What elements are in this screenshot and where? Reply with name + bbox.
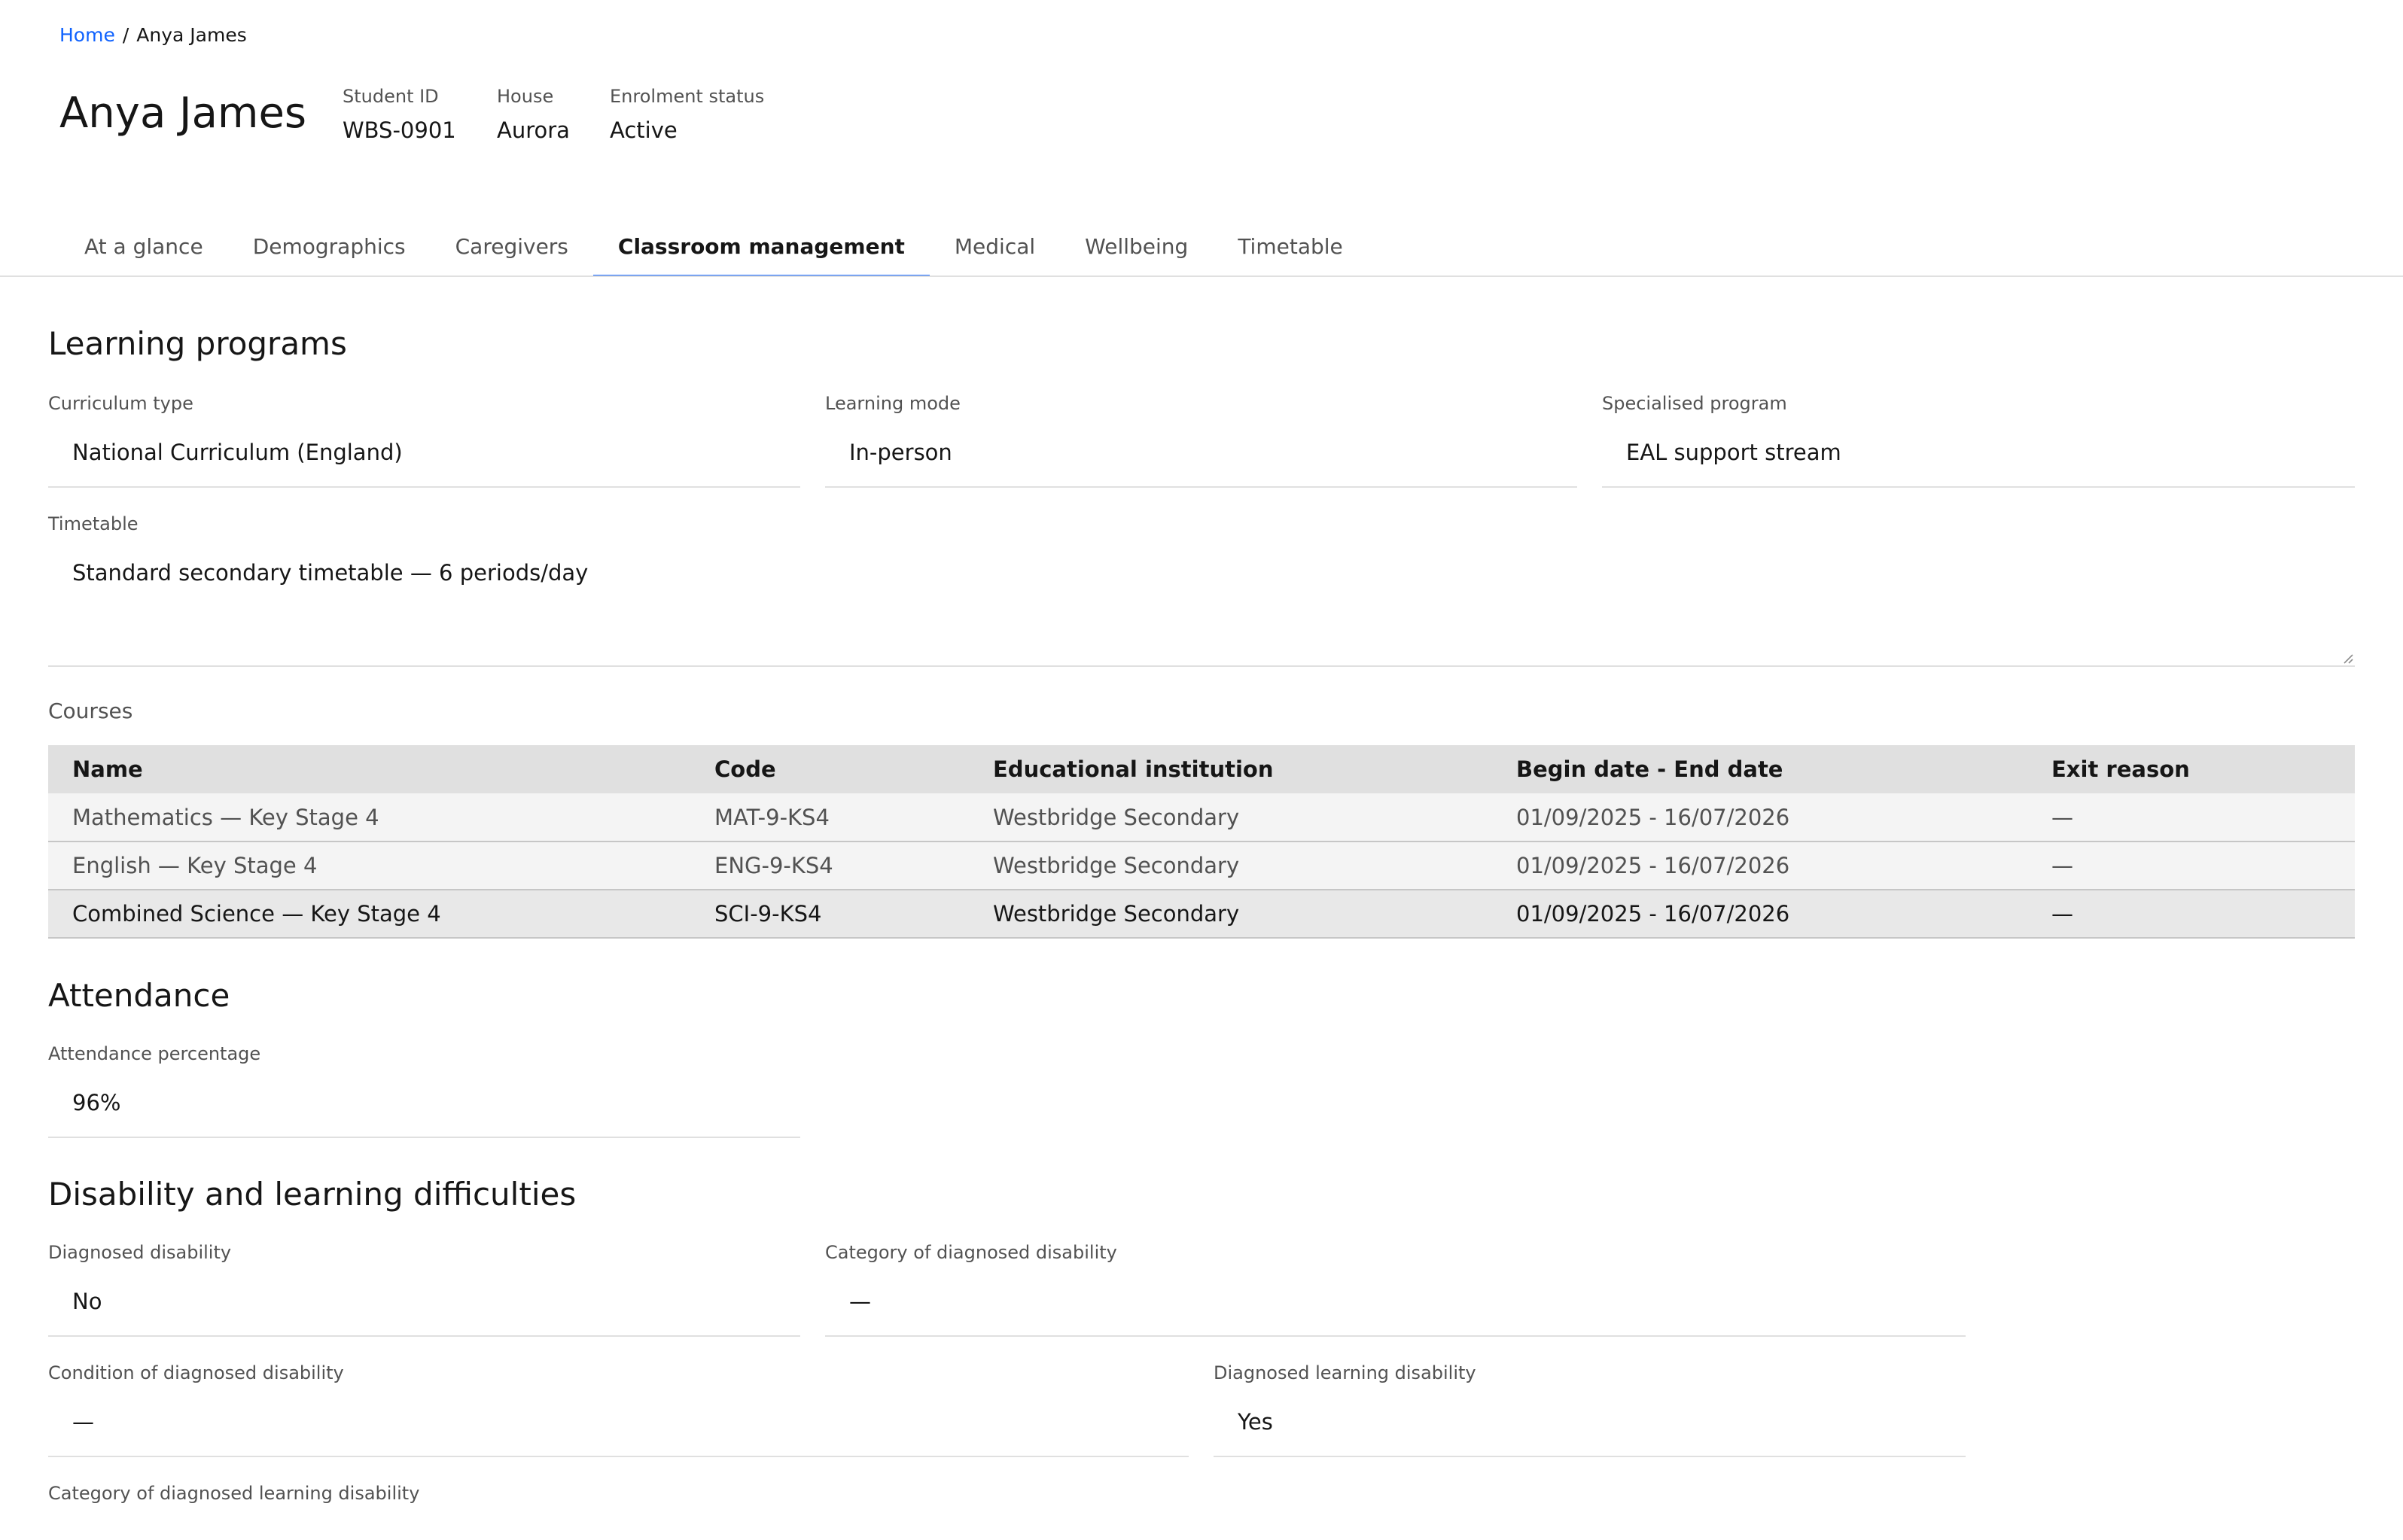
attendance-percentage-field: Attendance percentage 96% <box>48 1043 800 1138</box>
table-cell: Westbridge Secondary <box>969 793 1492 842</box>
diagnosed-learning-disability-input[interactable]: Yes <box>1214 1398 1966 1457</box>
column-header-name[interactable]: Name <box>48 745 690 793</box>
meta-student-id: Student ID WBS-0901 <box>343 86 456 143</box>
tab-wellbeing[interactable]: Wellbeing <box>1060 226 1213 277</box>
meta-value: Active <box>610 117 678 143</box>
specialised-program-field: Specialised program EAL support stream <box>1602 393 2355 488</box>
timetable-value: Standard secondary timetable — 6 periods… <box>72 560 589 586</box>
table-row[interactable]: Mathematics — Key Stage 4 MAT-9-KS4 West… <box>48 793 2355 842</box>
timetable-textarea[interactable]: Standard secondary timetable — 6 periods… <box>48 549 2355 667</box>
tabs-divider <box>0 275 2403 277</box>
tab-timetable[interactable]: Timetable <box>1213 226 1367 277</box>
table-cell: Westbridge Secondary <box>969 890 1492 939</box>
table-cell: 01/09/2025 - 16/07/2026 <box>1492 793 2027 842</box>
category-diagnosed-learning-disability-field: Category of diagnosed learning disabilit… <box>48 1483 800 1504</box>
tab-medical[interactable]: Medical <box>930 226 1060 277</box>
table-cell: 01/09/2025 - 16/07/2026 <box>1492 842 2027 890</box>
category-diagnosed-disability-input[interactable]: — <box>825 1278 1966 1337</box>
tab-bar: At a glance Demographics Caregivers Clas… <box>59 226 1368 277</box>
attendance-percentage-input[interactable]: 96% <box>48 1079 800 1138</box>
condition-diagnosed-disability-input[interactable]: — <box>48 1398 1189 1457</box>
table-row[interactable]: English — Key Stage 4 ENG-9-KS4 Westbrid… <box>48 842 2355 890</box>
page-title: Anya James <box>59 89 307 138</box>
meta-label: Student ID <box>343 86 439 107</box>
table-cell: — <box>2027 890 2355 939</box>
field-label: Diagnosed disability <box>48 1242 232 1263</box>
page-header: Home / Anya James Anya James Student ID WB… <box>0 0 2403 277</box>
courses-label: Courses <box>48 698 133 723</box>
curriculum-type-field: Curriculum type National Curriculum (Eng… <box>48 393 800 488</box>
field-label: Diagnosed learning disability <box>1214 1362 1476 1383</box>
table-cell: MAT-9-KS4 <box>690 793 969 842</box>
tab-at-a-glance[interactable]: At a glance <box>59 226 228 277</box>
category-diagnosed-disability-field: Category of diagnosed disability — <box>825 1242 1966 1337</box>
table-cell: Westbridge Secondary <box>969 842 1492 890</box>
timetable-field: Timetable Standard secondary timetable —… <box>48 513 2355 667</box>
field-label: Curriculum type <box>48 393 193 414</box>
table-cell: SCI-9-KS4 <box>690 890 969 939</box>
diagnosed-learning-disability-field: Diagnosed learning disability Yes <box>1214 1362 1966 1457</box>
breadcrumb: Home / Anya James <box>59 24 247 46</box>
meta-label: House <box>497 86 554 107</box>
section-title-disability: Disability and learning difficulties <box>48 1176 577 1213</box>
table-cell: 01/09/2025 - 16/07/2026 <box>1492 890 2027 939</box>
table-cell: English — Key Stage 4 <box>48 842 690 890</box>
field-label: Category of diagnosed disability <box>825 1242 1117 1263</box>
field-label: Timetable <box>48 513 139 534</box>
meta-value: Aurora <box>497 117 570 143</box>
meta-house: House Aurora <box>497 86 570 143</box>
breadcrumb-current: Anya James <box>136 24 247 46</box>
table-cell: ENG-9-KS4 <box>690 842 969 890</box>
breadcrumb-home-link[interactable]: Home <box>59 24 115 46</box>
table-row[interactable]: Combined Science — Key Stage 4 SCI-9-KS4… <box>48 890 2355 939</box>
resize-handle-icon[interactable] <box>2341 652 2353 664</box>
learning-mode-field: Learning mode In-person <box>825 393 1577 488</box>
diagnosed-disability-input[interactable]: No <box>48 1278 800 1337</box>
meta-value: WBS-0901 <box>343 117 456 143</box>
field-label: Condition of diagnosed disability <box>48 1362 344 1383</box>
condition-diagnosed-disability-field: Condition of diagnosed disability — <box>48 1362 1189 1457</box>
meta-enrolment-status: Enrolment status Active <box>610 86 764 143</box>
meta-label: Enrolment status <box>610 86 765 107</box>
field-label: Category of diagnosed learning disabilit… <box>48 1483 420 1504</box>
table-cell: Mathematics — Key Stage 4 <box>48 793 690 842</box>
column-header-institution[interactable]: Educational institution <box>969 745 1492 793</box>
breadcrumb-separator: / <box>122 24 129 46</box>
tab-caregivers[interactable]: Caregivers <box>431 226 593 277</box>
table-header-row: Name Code Educational institution Begin … <box>48 745 2355 793</box>
curriculum-type-input[interactable]: National Curriculum (England) <box>48 429 800 488</box>
table-cell: — <box>2027 842 2355 890</box>
tab-demographics[interactable]: Demographics <box>228 226 431 277</box>
learning-mode-input[interactable]: In-person <box>825 429 1577 488</box>
field-label: Specialised program <box>1602 393 1787 414</box>
section-title-attendance: Attendance <box>48 977 230 1014</box>
column-header-exit-reason[interactable]: Exit reason <box>2027 745 2355 793</box>
courses-table: Name Code Educational institution Begin … <box>48 745 2355 939</box>
tab-classroom-management[interactable]: Classroom management <box>592 226 930 277</box>
diagnosed-disability-field: Diagnosed disability No <box>48 1242 800 1337</box>
table-cell: Combined Science — Key Stage 4 <box>48 890 690 939</box>
section-title-learning-programs: Learning programs <box>48 325 347 362</box>
column-header-code[interactable]: Code <box>690 745 969 793</box>
specialised-program-input[interactable]: EAL support stream <box>1602 429 2355 488</box>
field-label: Learning mode <box>825 393 961 414</box>
column-header-dates[interactable]: Begin date - End date <box>1492 745 2027 793</box>
field-label: Attendance percentage <box>48 1043 261 1064</box>
table-cell: — <box>2027 793 2355 842</box>
